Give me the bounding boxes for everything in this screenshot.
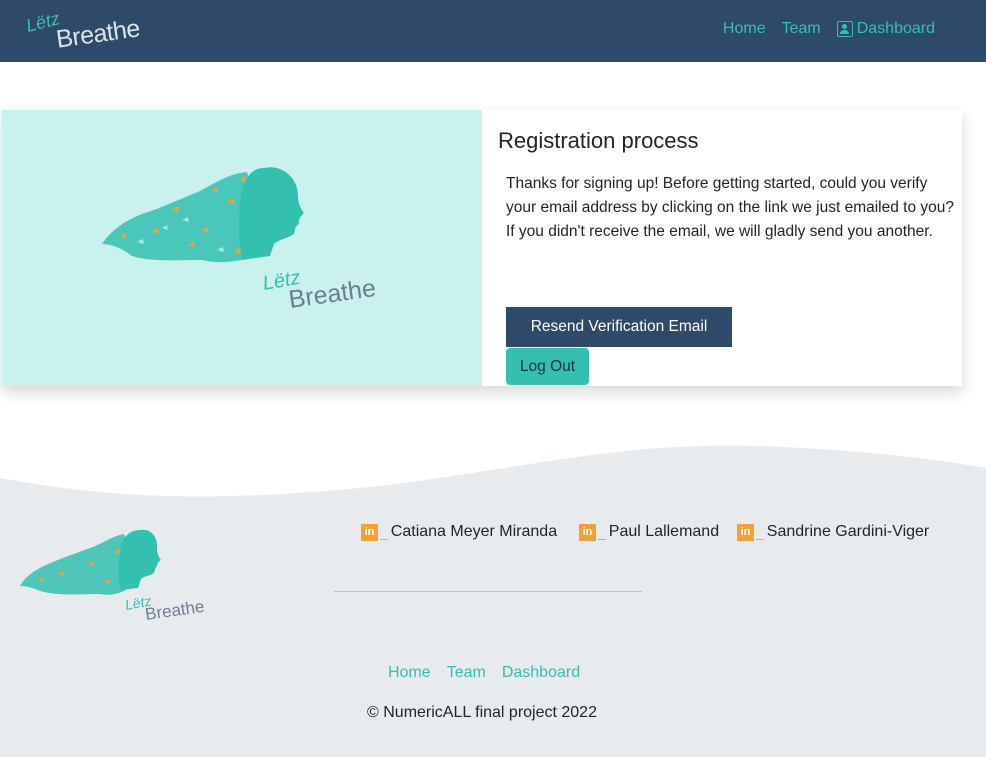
card-image: Lëtz Breathe — [2, 110, 482, 386]
footer: Lëtz Breathe in _ Catiana Meyer Miranda i… — [0, 440, 986, 757]
footer-logo-image: Lëtz Breathe — [20, 529, 206, 624]
brand-logo-line2: Breathe — [54, 14, 142, 54]
card-text: Thanks for signing up! Before getting st… — [506, 175, 955, 240]
team-member-link[interactable]: in _ Paul Lallemand — [579, 523, 719, 541]
linkedin-icon: in — [579, 523, 596, 541]
footer-link-team[interactable]: Team — [447, 664, 486, 682]
team-member-name: Sandrine Gardini-Viger — [766, 523, 930, 540]
registration-card: Lëtz Breathe Registration process Thanks… — [2, 110, 962, 386]
footer-links: Home Team Dashboard — [388, 664, 580, 682]
nav-links: Home Team Dashboard — [723, 20, 935, 38]
team-member-name: Paul Lallemand — [608, 523, 720, 540]
footer-logo-line2: Breathe — [144, 597, 206, 624]
footer-link-dashboard[interactable]: Dashboard — [502, 664, 580, 682]
team-member-name: Catiana Meyer Miranda — [390, 523, 558, 540]
navbar: Lëtz Breathe Home Team Dashboard — [0, 0, 986, 62]
card-title: Registration process — [498, 128, 699, 153]
brand-logo[interactable]: Lëtz Breathe — [24, 8, 146, 54]
footer-divider — [334, 591, 642, 592]
nav-link-home[interactable]: Home — [723, 20, 766, 38]
nav-link-dashboard-label: Dashboard — [856, 20, 935, 37]
resend-verification-button[interactable]: Resend Verification Email — [506, 307, 732, 347]
team-member-link[interactable]: in _ Sandrine Gardini-Viger — [737, 523, 929, 541]
footer-link-home[interactable]: Home — [388, 664, 431, 682]
user-icon — [836, 21, 853, 37]
copyright: © NumericALL final project 2022 — [367, 704, 597, 721]
linkedin-icon: in — [361, 523, 378, 541]
card-body: Registration process Thanks for signing … — [482, 110, 962, 386]
logout-button[interactable]: Log Out — [506, 348, 589, 385]
nav-link-dashboard[interactable]: Dashboard — [836, 20, 935, 38]
linkedin-icon: in — [737, 523, 754, 541]
nav-link-team[interactable]: Team — [782, 20, 821, 38]
footer-logo[interactable]: Lëtz Breathe — [18, 524, 208, 624]
team-member-link[interactable]: in _ Catiana Meyer Miranda — [361, 523, 557, 541]
letz-breathe-logo: Lëtz Breathe — [102, 167, 378, 314]
